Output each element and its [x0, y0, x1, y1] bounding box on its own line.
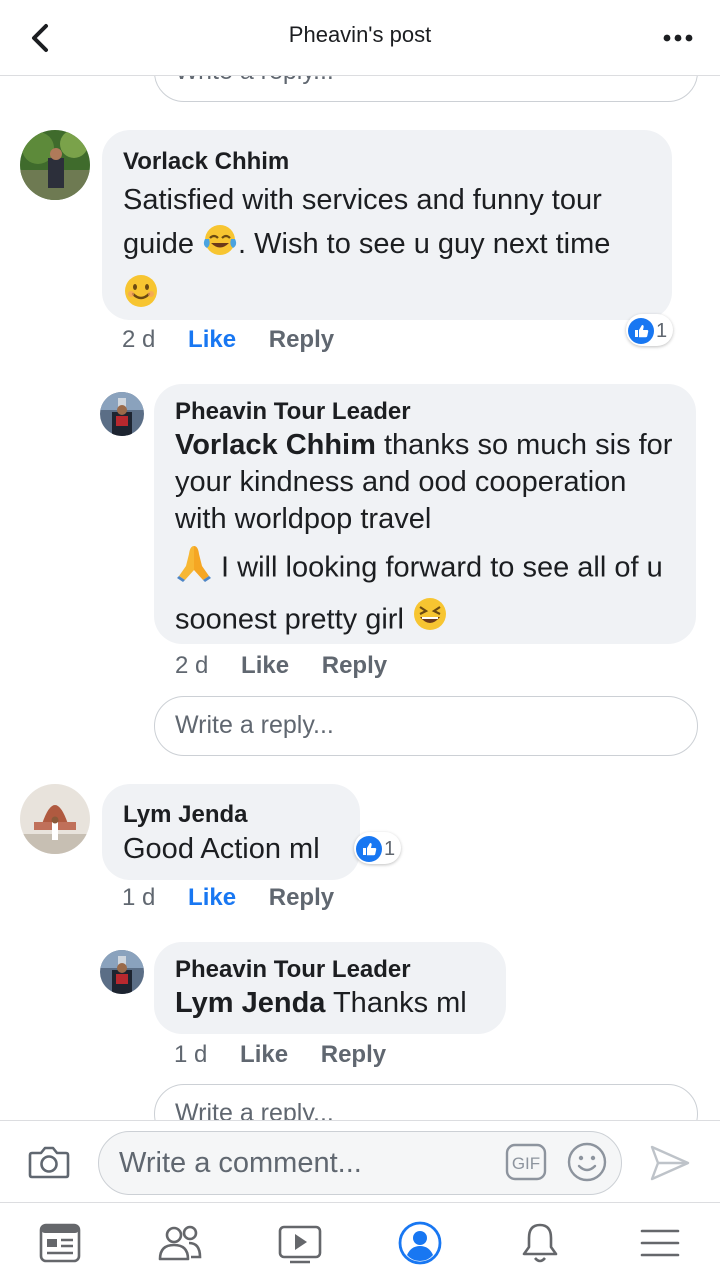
gif-button[interactable]: GIF: [505, 1143, 547, 1181]
comment-bubble: Lym Jenda Good Action ml: [102, 784, 360, 880]
thumbs-up-icon: [628, 318, 654, 344]
send-button[interactable]: [648, 1143, 692, 1183]
notifications-bell-icon: [522, 1223, 558, 1263]
comment-timestamp: 1 d: [122, 884, 156, 911]
friends-icon: [158, 1225, 202, 1261]
like-button[interactable]: Like: [240, 1041, 288, 1069]
reply-author[interactable]: Pheavin Tour Leader: [175, 956, 488, 984]
grinning-squinting-emoji: [412, 596, 448, 646]
tears-of-joy-emoji: [202, 222, 238, 269]
tab-profile[interactable]: [396, 1219, 444, 1267]
comment-text: Good Action ml: [123, 833, 320, 865]
page-title: Pheavin's post: [288, 22, 432, 47]
mention-link[interactable]: Vorlack Chhim: [175, 429, 376, 461]
like-button[interactable]: Like: [241, 652, 289, 680]
tab-notifications[interactable]: [516, 1219, 564, 1267]
comments-feed[interactable]: Write a reply... Vorlack Chhim Satisfied…: [0, 76, 720, 1120]
mention-link[interactable]: Lym Jenda: [175, 987, 325, 1019]
avatar-photo: [20, 130, 90, 200]
reply-actions: 1 d Like Reply: [174, 1041, 412, 1069]
avatar-photo: [100, 950, 144, 994]
news-feed-icon: [39, 1223, 81, 1263]
avatar-photo: [100, 392, 144, 436]
thumbs-up-icon: [356, 836, 382, 862]
reply-input[interactable]: Write a reply...: [154, 76, 698, 102]
reaction-count: 1: [656, 319, 668, 342]
tab-friends[interactable]: [156, 1219, 204, 1267]
reply-input[interactable]: Write a reply...: [154, 696, 698, 756]
avatar[interactable]: [20, 784, 90, 854]
bottom-navigation: [0, 1202, 720, 1280]
watch-icon: [278, 1225, 322, 1264]
more-options-button[interactable]: [660, 24, 696, 52]
comment-actions: 2 d Like Reply: [122, 326, 360, 354]
reply-bubble: Pheavin Tour Leader Lym Jenda Thanks ml: [154, 942, 506, 1034]
comment-text: Satisfied with services and funny tour g…: [123, 178, 652, 322]
reaction-count: 1: [384, 837, 396, 860]
tab-news-feed[interactable]: [36, 1219, 84, 1267]
reply-actions: 2 d Like Reply: [175, 652, 413, 680]
svg-text:GIF: GIF: [512, 1154, 540, 1173]
reply-text: Lym Jenda Thanks ml: [175, 987, 467, 1019]
avatar[interactable]: [100, 950, 144, 994]
like-button[interactable]: Like: [188, 326, 236, 354]
like-button[interactable]: Like: [188, 884, 236, 912]
reply-button[interactable]: Reply: [269, 884, 334, 912]
reply-timestamp: 2 d: [175, 652, 209, 679]
reply-timestamp: 1 d: [174, 1041, 208, 1068]
reply-button[interactable]: Reply: [322, 652, 387, 680]
avatar-photo: [20, 784, 90, 854]
smiley-icon: [567, 1142, 607, 1182]
comment-actions: 1 d Like Reply: [122, 884, 360, 912]
folded-hands-emoji: [175, 542, 213, 596]
emoji-button[interactable]: [566, 1141, 608, 1183]
reply-bubble: Pheavin Tour Leader Vorlack Chhim thanks…: [154, 384, 696, 644]
camera-button[interactable]: [26, 1139, 72, 1185]
reply-button[interactable]: Reply: [269, 326, 334, 354]
reply-button[interactable]: Reply: [321, 1041, 386, 1069]
reaction-summary[interactable]: 1: [354, 832, 402, 864]
smiling-face-emoji: [123, 273, 159, 322]
avatar[interactable]: [100, 392, 144, 436]
comment-bubble: Vorlack Chhim Satisfied with services an…: [102, 130, 672, 320]
tab-watch[interactable]: [276, 1219, 324, 1267]
tab-menu[interactable]: [636, 1219, 684, 1267]
profile-icon: [398, 1221, 442, 1265]
comment-timestamp: 2 d: [122, 326, 156, 353]
reply-input-placeholder: Write a reply...: [175, 711, 334, 739]
gif-icon: GIF: [505, 1143, 547, 1181]
reply-input-placeholder: Write a reply...: [175, 1099, 334, 1120]
reply-text: Vorlack Chhim thanks so much sis for you…: [175, 427, 678, 646]
menu-icon: [640, 1229, 680, 1257]
comment-author[interactable]: Vorlack Chhim: [123, 148, 652, 176]
send-icon: [650, 1145, 690, 1181]
post-header: Pheavin's post: [0, 0, 720, 76]
more-horizontal-icon: [663, 34, 693, 42]
comment-composer: GIF: [0, 1120, 720, 1202]
reply-input[interactable]: Write a reply...: [154, 1084, 698, 1120]
camera-icon: [28, 1146, 70, 1179]
avatar[interactable]: [20, 130, 90, 200]
reaction-summary[interactable]: 1: [626, 314, 674, 346]
reply-author[interactable]: Pheavin Tour Leader: [175, 398, 678, 426]
reply-input-placeholder: Write a reply...: [175, 76, 334, 85]
comment-author[interactable]: Lym Jenda: [123, 801, 340, 829]
